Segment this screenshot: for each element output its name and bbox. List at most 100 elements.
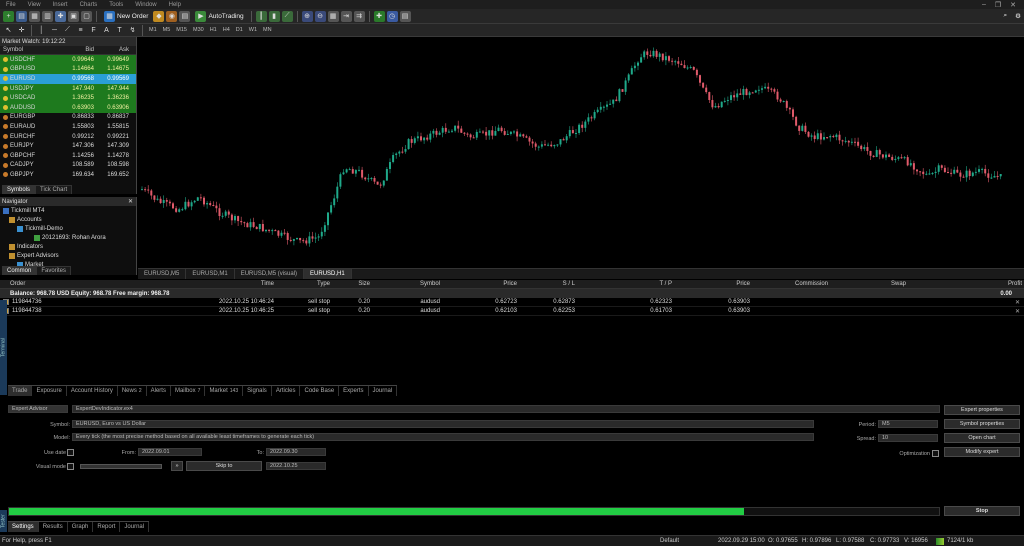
bid-header[interactable]: Bid [58, 47, 94, 53]
terminal-tab-signals[interactable]: Signals [243, 386, 272, 396]
timeframe-m1[interactable]: M1 [147, 27, 159, 33]
market-watch-row[interactable]: AUDUSD 0.63903 0.63906 [0, 102, 136, 113]
options-icon[interactable]: ▤ [179, 10, 191, 22]
periods-icon[interactable]: ◷ [386, 10, 398, 22]
market-watch-row[interactable]: GBPCHF 1.14256 1.14278 [0, 151, 136, 161]
to-date-field[interactable]: 2022.09.30 [266, 448, 326, 456]
spread-select[interactable]: 10 [878, 434, 938, 442]
ask-header[interactable]: Ask [94, 47, 132, 53]
pause-button[interactable]: » [171, 461, 183, 471]
price-chart[interactable] [138, 37, 1024, 267]
market-watch-icon[interactable]: ▦ [29, 10, 40, 22]
symbol-select[interactable]: EURUSD, Euro vs US Dollar [72, 420, 814, 428]
tester-icon[interactable]: ▢ [81, 10, 92, 22]
orders-column-header[interactable]: Time [200, 281, 274, 287]
terminal-tab-mailbox[interactable]: Mailbox 7 [171, 386, 206, 396]
skip-date-field[interactable]: 2022.10.25 [266, 462, 326, 470]
tab-settings[interactable]: Settings [8, 522, 39, 532]
terminal-tab-exposure[interactable]: Exposure [32, 386, 67, 396]
zoom-in-icon[interactable]: ⊕ [301, 10, 313, 22]
market-watch-row[interactable]: USDCAD 1.36235 1.36236 [0, 93, 136, 103]
expert-advisor-select[interactable]: ExpertDevIndicator.ex4 [72, 405, 940, 413]
close-icon[interactable]: ✕ [1010, 1, 1016, 9]
zoom-out-icon[interactable]: ⊖ [314, 10, 326, 22]
timeframe-m15[interactable]: M15 [174, 27, 189, 33]
market-watch-row[interactable]: CADJPY 108.589 108.598 [0, 161, 136, 171]
order-row[interactable]: 119844736 2022.10.25 10:46:24 sell stop 0.2… [0, 298, 1024, 307]
menu-window[interactable]: Window [129, 2, 162, 8]
new-order-button[interactable]: ▦ New Order [101, 10, 151, 22]
market-watch-row[interactable]: EURUSD 0.99568 0.99569 [0, 74, 136, 84]
tab-report[interactable]: Report [93, 522, 121, 532]
terminal-tab-account-history[interactable]: Account History [67, 386, 118, 396]
orders-column-header[interactable]: Price [690, 281, 750, 287]
nav-item-experts[interactable]: Expert Advisors [0, 251, 136, 260]
arrows-icon[interactable]: ↯ [127, 25, 138, 36]
open-chart-button[interactable]: Open chart [944, 433, 1020, 443]
label-icon[interactable]: T [114, 25, 125, 36]
data-window-icon[interactable]: ▥ [42, 10, 53, 22]
symbol-header[interactable]: Symbol [0, 47, 58, 53]
orders-column-header[interactable]: Symbol [400, 281, 440, 287]
candlestick-icon[interactable]: ▮ [268, 10, 280, 22]
cursor-icon[interactable]: ↖ [3, 25, 14, 36]
close-icon[interactable]: ✕ [128, 198, 136, 205]
terminal-tab-alerts[interactable]: Alerts [147, 386, 171, 396]
visual-mode-checkbox[interactable] [67, 463, 74, 470]
market-watch-row[interactable]: EURJPY 147.306 147.309 [0, 141, 136, 151]
terminal-tab-journal[interactable]: Journal [369, 386, 398, 396]
navigator-icon[interactable]: ✚ [55, 10, 66, 22]
vertical-line-icon[interactable]: │ [36, 25, 47, 36]
tab-common[interactable]: Common [2, 266, 37, 275]
orders-column-header[interactable]: T / P [610, 281, 672, 287]
market-watch-row[interactable]: USDJPY 147.940 147.944 [0, 83, 136, 94]
chart-tab-eurusd-m5-visual[interactable]: EURUSD,M5 (visual) [235, 269, 305, 279]
symbol-properties-button[interactable]: Symbol properties [944, 419, 1020, 429]
menu-help[interactable]: Help [163, 2, 187, 8]
close-icon[interactable]: ✕ [1015, 308, 1020, 315]
orders-column-header[interactable]: S / L [530, 281, 575, 287]
market-watch-row[interactable]: EURGBP 0.86833 0.86837 [0, 113, 136, 123]
indicators-icon[interactable]: ✚ [373, 10, 385, 22]
trendline-icon[interactable]: ⟋ [62, 25, 73, 36]
period-select[interactable]: M5 [878, 420, 938, 428]
market-watch-row[interactable]: GBPUSD 1.14664 1.14675 [0, 64, 136, 75]
timeframe-m5[interactable]: M5 [161, 27, 173, 33]
tab-symbols[interactable]: Symbols [2, 185, 36, 194]
menu-tools[interactable]: Tools [103, 2, 129, 8]
terminal-tab-articles[interactable]: Articles [272, 386, 301, 396]
orders-column-header[interactable]: Swap [860, 281, 906, 287]
timeframe-m30[interactable]: M30 [191, 27, 206, 33]
autoscroll-icon[interactable]: ⇉ [353, 10, 365, 22]
chart-shift-icon[interactable]: ⇥ [340, 10, 352, 22]
orders-column-header[interactable]: Size [340, 281, 370, 287]
orders-column-header[interactable]: Profit [980, 281, 1022, 287]
orders-column-header[interactable]: Order [10, 281, 70, 287]
terminal-tab-experts[interactable]: Experts [339, 386, 369, 396]
timeframe-d1[interactable]: D1 [234, 27, 245, 33]
nav-item-server[interactable]: Tickmill-Demo [0, 224, 136, 233]
nav-item-accounts[interactable]: Accounts [0, 215, 136, 224]
channel-icon[interactable]: ≡ [75, 25, 86, 36]
settings-button[interactable]: ⚙ [1012, 10, 1024, 22]
fibonacci-icon[interactable]: F [88, 25, 99, 36]
market-watch-row[interactable]: EURAUD 1.55803 1.55815 [0, 122, 136, 132]
new-chart-icon[interactable]: + [3, 10, 14, 22]
market-watch-row[interactable]: EURCHF 0.99212 0.99221 [0, 132, 136, 142]
model-select[interactable]: Every tick (the most precise method base… [72, 433, 814, 441]
terminal-tab-news[interactable]: News 2 [118, 386, 147, 396]
auto-trading-button[interactable]: ▶ AutoTrading [192, 10, 246, 22]
visual-speed-slider[interactable] [80, 464, 162, 469]
optimization-checkbox[interactable] [932, 450, 939, 457]
tab-results[interactable]: Results [39, 522, 68, 532]
chart-tab-eurusd-m5[interactable]: EURUSD,M5 [138, 269, 187, 279]
nav-item-broker[interactable]: Tickmill MT4 [0, 206, 136, 215]
search-button[interactable]: ⌕ [1001, 10, 1011, 22]
terminal-tab-trade[interactable]: Trade [8, 386, 33, 396]
order-row[interactable]: 119844738 2022.10.25 10:46:25 sell stop 0.2… [0, 307, 1024, 316]
nav-item-account[interactable]: 20121693: Rohan Arora [0, 233, 136, 242]
use-date-checkbox[interactable] [67, 449, 74, 456]
timeframe-mn[interactable]: MN [261, 27, 274, 33]
restore-icon[interactable]: ❐ [995, 1, 1001, 9]
meta-editor-icon[interactable]: ◆ [153, 10, 165, 22]
